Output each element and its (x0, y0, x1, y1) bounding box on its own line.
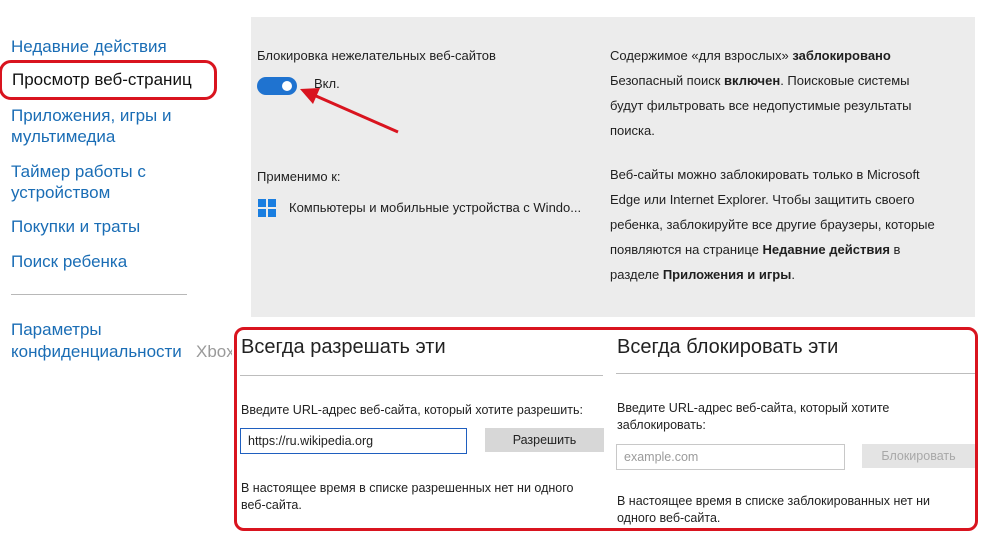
sidebar-item-web-browsing[interactable]: Просмотр веб-страниц (12, 69, 192, 90)
apps-games-link-text: Приложения и игры (662, 267, 792, 282)
info2-line1: Веб-сайты можно заблокировать только в M… (610, 167, 920, 182)
block-button[interactable]: Блокировать (862, 444, 975, 468)
sidebar-divider (11, 294, 187, 295)
allow-empty-message: В настоящее время в списке разрешенных н… (241, 480, 573, 514)
info2-line5-end: . (791, 267, 795, 282)
info1-enabled-bold: включен (724, 73, 781, 88)
block-sites-toggle[interactable] (257, 77, 297, 95)
sidebar-item-privacy[interactable]: Параметры (11, 319, 102, 340)
sidebar-item-find-child[interactable]: Поиск ребенка (11, 251, 127, 272)
block-prompt: Введите URL-адрес веб-сайта, который хот… (617, 400, 889, 434)
allow-url-input[interactable]: https://ru.wikipedia.org (240, 428, 467, 454)
block-empty-line2: одного веб-сайта. (617, 511, 721, 525)
sidebar-item-screen-time-line2[interactable]: устройством (11, 182, 110, 203)
privacy-xbox-suffix: Xbox (196, 342, 232, 361)
info1-blocked-bold: заблокировано (792, 48, 891, 63)
info1-line2-end: . Поисковые системы (780, 73, 910, 88)
sidebar-item-privacy-line2[interactable]: конфиденциальности (11, 341, 182, 362)
block-url-input[interactable]: example.com (616, 444, 845, 470)
info2-line5: разделе (610, 267, 663, 282)
adult-content-info: Содержимое «для взрослых» заблокировано … (610, 43, 970, 143)
block-prompt-line2: заблокировать: (617, 418, 706, 432)
device-list-item: Компьютеры и мобильные устройства с Wind… (289, 200, 582, 215)
block-sites-title: Блокировка нежелательных веб-сайтов (257, 48, 496, 63)
sidebar-item-recent-activity[interactable]: Недавние действия (11, 36, 167, 57)
allow-empty-line1: В настоящее время в списке разрешенных н… (241, 481, 574, 495)
annotation-arrow-icon (300, 88, 399, 134)
browser-info: Веб-сайты можно заблокировать только в M… (610, 162, 970, 287)
info2-line4: появляются на странице (610, 242, 763, 257)
allow-divider (240, 375, 603, 376)
info1-line3: будут фильтровать все недопустимые резул… (610, 98, 912, 113)
info1-line4: поиска. (610, 123, 655, 138)
sidebar-item-screen-time[interactable]: Таймер работы с (11, 161, 146, 182)
block-prompt-line1: Введите URL-адрес веб-сайта, который хот… (617, 401, 890, 415)
info2-line3: ребенка, заблокируйте все другие браузер… (610, 217, 935, 232)
allow-prompt: Введите URL-адрес веб-сайта, который хот… (241, 403, 583, 417)
allow-empty-line2: веб-сайта. (241, 498, 302, 512)
info2-line4-end: в (889, 242, 901, 257)
sidebar-item-purchases[interactable]: Покупки и траты (11, 216, 140, 237)
block-empty-message: В настоящее время в списке заблокированн… (617, 493, 930, 527)
info2-line2: Edge или Internet Explorer. Чтобы защити… (610, 192, 915, 207)
applies-to-label: Применимо к: (257, 169, 341, 184)
windows-logo-icon (258, 199, 276, 217)
info1-line1: Содержимое «для взрослых» (610, 48, 793, 63)
allow-button[interactable]: Разрешить (485, 428, 604, 452)
block-divider (616, 373, 975, 374)
toggle-knob (282, 81, 292, 91)
block-empty-line1: В настоящее время в списке заблокированн… (617, 494, 931, 508)
sidebar-item-apps-games-line2[interactable]: мультимедиа (11, 126, 115, 147)
block-title: Всегда блокировать эти (617, 336, 839, 358)
recent-activity-link-text: Недавние действия (762, 242, 890, 257)
allow-title: Всегда разрешать эти (241, 336, 446, 358)
sidebar-item-apps-games[interactable]: Приложения, игры и (11, 105, 172, 126)
info1-line2: Безопасный поиск (610, 73, 725, 88)
